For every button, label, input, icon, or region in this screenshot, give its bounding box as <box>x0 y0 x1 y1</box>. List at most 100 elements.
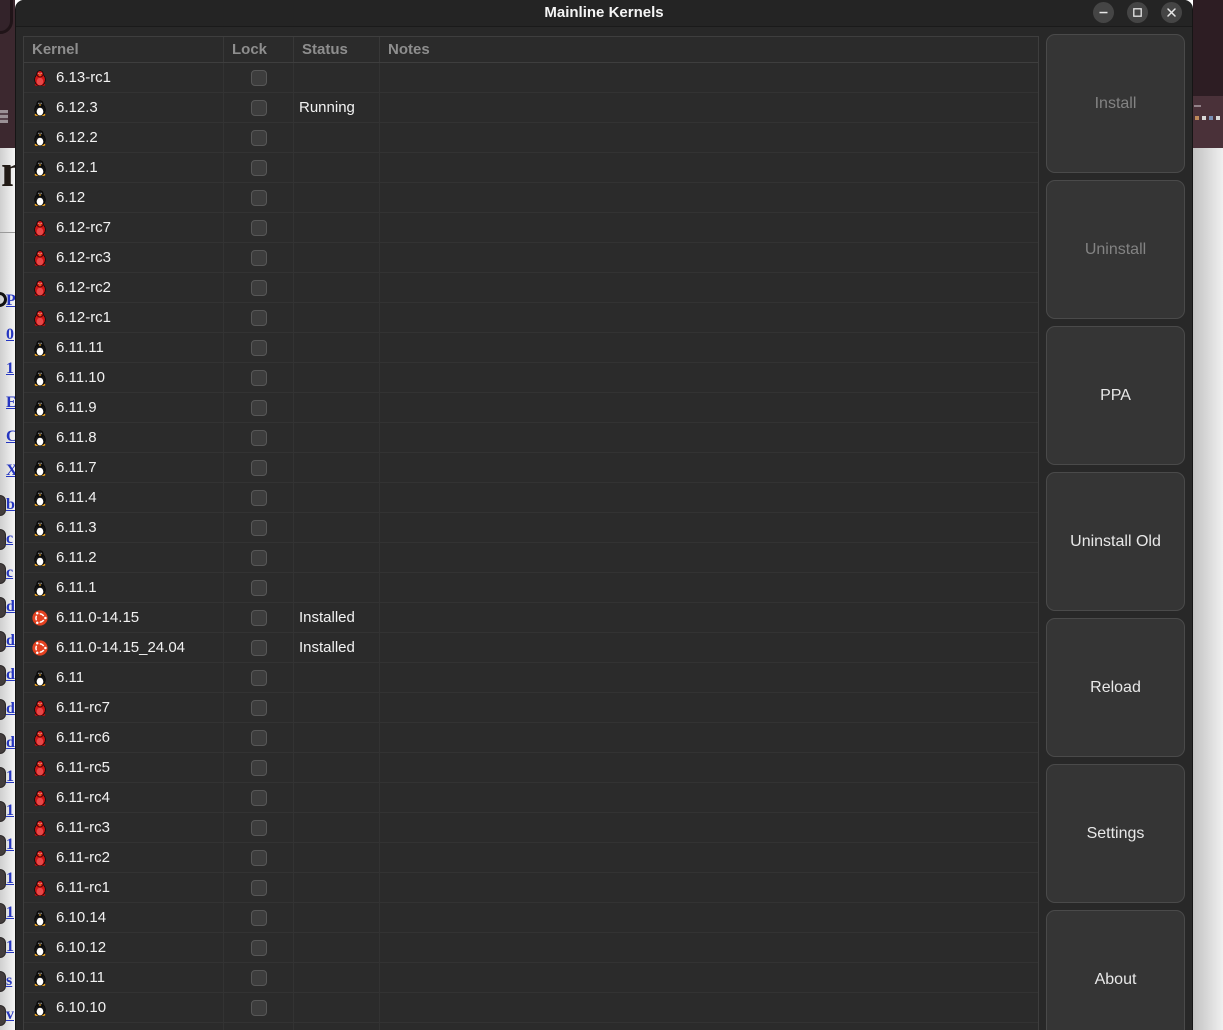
table-row[interactable]: 6.11.9 <box>24 393 1038 423</box>
lock-checkbox[interactable] <box>250 369 267 386</box>
background-link[interactable]: d <box>6 598 15 616</box>
table-row[interactable]: 6.12-rc2 <box>24 273 1038 303</box>
column-header-kernel[interactable]: Kernel <box>24 37 224 62</box>
table-row[interactable]: 6.12.1 <box>24 153 1038 183</box>
about-button[interactable]: About <box>1046 910 1185 1030</box>
background-link[interactable]: d <box>6 700 15 718</box>
reload-button[interactable]: Reload <box>1046 618 1185 757</box>
minimize-button[interactable] <box>1093 2 1114 23</box>
lock-checkbox[interactable] <box>250 459 267 476</box>
table-row[interactable]: 6.11-rc6 <box>24 723 1038 753</box>
lock-checkbox[interactable] <box>250 609 267 626</box>
lock-checkbox[interactable] <box>250 579 267 596</box>
lock-checkbox[interactable] <box>250 639 267 656</box>
lock-checkbox[interactable] <box>250 99 267 116</box>
column-header-notes[interactable]: Notes <box>380 37 1038 62</box>
lock-checkbox[interactable] <box>250 189 267 206</box>
table-row[interactable]: 6.11.1 <box>24 573 1038 603</box>
table-row[interactable]: 6.12-rc7 <box>24 213 1038 243</box>
table-row[interactable]: 6.11.4 <box>24 483 1038 513</box>
lock-checkbox[interactable] <box>250 309 267 326</box>
settings-button[interactable]: Settings <box>1046 764 1185 903</box>
lock-checkbox[interactable] <box>250 849 267 866</box>
background-link[interactable]: P <box>6 292 15 310</box>
background-link[interactable]: E <box>6 394 15 412</box>
table-row[interactable]: 6.12.2 <box>24 123 1038 153</box>
table-row[interactable]: 6.11.2 <box>24 543 1038 573</box>
table-row[interactable]: 6.11.7 <box>24 453 1038 483</box>
lock-checkbox[interactable] <box>250 429 267 446</box>
column-header-status[interactable]: Status <box>294 37 380 62</box>
lock-checkbox[interactable] <box>250 789 267 806</box>
background-link[interactable]: 1 <box>6 904 14 922</box>
table-row[interactable]: 6.11.0-14.15 Installed <box>24 603 1038 633</box>
lock-checkbox[interactable] <box>250 219 267 236</box>
table-row[interactable]: 6.10.11 <box>24 963 1038 993</box>
table-row[interactable] <box>24 1023 1038 1030</box>
background-link[interactable]: d <box>6 666 15 684</box>
table-row[interactable]: 6.12 <box>24 183 1038 213</box>
lock-checkbox[interactable] <box>250 879 267 896</box>
table-row[interactable]: 6.10.12 <box>24 933 1038 963</box>
background-link[interactable]: 0 <box>6 326 14 344</box>
background-link[interactable]: s <box>6 972 12 990</box>
background-link[interactable]: 1 <box>6 768 14 786</box>
table-row[interactable]: 6.12-rc3 <box>24 243 1038 273</box>
table-row[interactable]: 6.11 <box>24 663 1038 693</box>
table-row[interactable]: 6.11-rc3 <box>24 813 1038 843</box>
uninstall-old-button[interactable]: Uninstall Old <box>1046 472 1185 611</box>
table-row[interactable]: 6.11.3 <box>24 513 1038 543</box>
lock-checkbox[interactable] <box>250 939 267 956</box>
maximize-button[interactable] <box>1127 2 1148 23</box>
table-row[interactable]: 6.11.11 <box>24 333 1038 363</box>
install-button[interactable]: Install <box>1046 34 1185 173</box>
table-row[interactable]: 6.11-rc2 <box>24 843 1038 873</box>
table-row[interactable]: 6.12.3 Running <box>24 93 1038 123</box>
lock-checkbox[interactable] <box>250 489 267 506</box>
lock-checkbox[interactable] <box>250 729 267 746</box>
table-row[interactable]: 6.11-rc7 <box>24 693 1038 723</box>
background-link[interactable]: X <box>6 462 15 480</box>
lock-checkbox[interactable] <box>250 249 267 266</box>
table-row[interactable]: 6.11-rc1 <box>24 873 1038 903</box>
lock-checkbox[interactable] <box>250 69 267 86</box>
lock-checkbox[interactable] <box>250 969 267 986</box>
background-link[interactable]: c <box>6 564 13 582</box>
background-link[interactable]: C <box>6 428 15 446</box>
lock-checkbox[interactable] <box>250 519 267 536</box>
background-link[interactable]: d <box>6 734 15 752</box>
lock-checkbox[interactable] <box>250 699 267 716</box>
lock-checkbox[interactable] <box>250 339 267 356</box>
table-row[interactable]: 6.11.0-14.15_24.04 Installed <box>24 633 1038 663</box>
column-header-lock[interactable]: Lock <box>224 37 294 62</box>
lock-checkbox[interactable] <box>250 399 267 416</box>
lock-checkbox[interactable] <box>250 129 267 146</box>
lock-checkbox[interactable] <box>250 819 267 836</box>
background-link[interactable]: b <box>6 496 15 514</box>
background-link[interactable]: 1 <box>6 836 14 854</box>
background-link[interactable]: 1 <box>6 870 14 888</box>
background-link[interactable]: 1 <box>6 802 14 820</box>
lock-checkbox[interactable] <box>250 669 267 686</box>
background-link[interactable]: v <box>6 1006 14 1024</box>
lock-checkbox[interactable] <box>250 279 267 296</box>
close-button[interactable] <box>1161 2 1182 23</box>
lock-checkbox[interactable] <box>250 999 267 1016</box>
lock-checkbox[interactable] <box>250 909 267 926</box>
background-link[interactable]: d <box>6 632 15 650</box>
ppa-button[interactable]: PPA <box>1046 326 1185 465</box>
table-row[interactable]: 6.10.14 <box>24 903 1038 933</box>
table-row[interactable]: 6.13-rc1 <box>24 63 1038 93</box>
background-link[interactable]: 1 <box>6 938 14 956</box>
table-row[interactable]: 6.10.10 <box>24 993 1038 1023</box>
uninstall-button[interactable]: Uninstall <box>1046 180 1185 319</box>
table-row[interactable]: 6.11-rc4 <box>24 783 1038 813</box>
table-row[interactable]: 6.12-rc1 <box>24 303 1038 333</box>
lock-checkbox[interactable] <box>250 549 267 566</box>
table-row[interactable]: 6.11.8 <box>24 423 1038 453</box>
lock-checkbox[interactable] <box>250 159 267 176</box>
lock-checkbox[interactable] <box>250 759 267 776</box>
table-row[interactable]: 6.11-rc5 <box>24 753 1038 783</box>
background-link[interactable]: 1 <box>6 360 14 378</box>
background-link[interactable]: c <box>6 530 13 548</box>
